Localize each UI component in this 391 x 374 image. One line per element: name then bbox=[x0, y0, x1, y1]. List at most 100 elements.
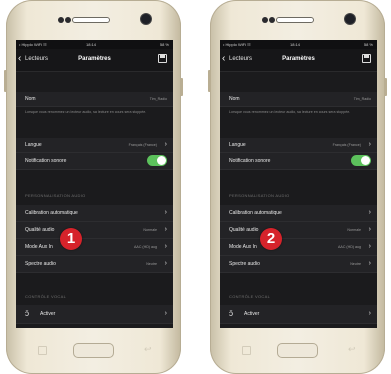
mode-label: Mode Aux In bbox=[229, 244, 257, 250]
language-label: Langue bbox=[229, 142, 246, 148]
page-title: Paramètres bbox=[78, 56, 111, 62]
carrier-label: • Hipplo WiFi ☷ bbox=[19, 42, 47, 47]
calibration-label: Calibration automatique bbox=[229, 210, 282, 216]
chevron-right-icon: › bbox=[164, 226, 167, 233]
chevron-right-icon: › bbox=[164, 209, 167, 216]
quality-value: Normale bbox=[347, 228, 361, 232]
quality-value: Normale bbox=[143, 228, 157, 232]
power-button bbox=[384, 78, 387, 96]
quality-row[interactable]: Qualité audio Normale › bbox=[16, 222, 173, 239]
chevron-right-icon: › bbox=[368, 310, 371, 317]
earpiece-speaker bbox=[276, 17, 314, 23]
rename-hint: Lorsque vous renommez un lecteur audio, … bbox=[229, 110, 351, 114]
home-button[interactable] bbox=[73, 343, 114, 358]
voice-row[interactable]: ɔ̈ Activer › bbox=[16, 305, 173, 324]
volume-button bbox=[4, 70, 7, 92]
notification-toggle[interactable] bbox=[351, 155, 371, 166]
settings-screen: • Hipplo WiFi ☷ 18:14 58 % ‹ Lecteurs Pa… bbox=[220, 40, 377, 328]
recent-apps-icon[interactable] bbox=[242, 346, 251, 355]
notification-toggle[interactable] bbox=[147, 155, 167, 166]
calibration-row[interactable]: Calibration automatique › bbox=[220, 205, 377, 222]
mode-row[interactable]: Mode Aux In AAC (HD) aug › bbox=[220, 239, 377, 256]
chevron-right-icon: › bbox=[368, 243, 371, 250]
home-button[interactable] bbox=[277, 343, 318, 358]
rename-hint: Lorsque vous renommez un lecteur audio, … bbox=[25, 110, 147, 114]
quality-row[interactable]: Qualité audio Normale › bbox=[220, 222, 377, 239]
chevron-right-icon: › bbox=[164, 310, 167, 317]
language-value: Français (France) bbox=[332, 143, 361, 147]
name-row[interactable]: Nom Tim_Radio bbox=[220, 92, 377, 107]
phone-1: • Hipplo WiFi ☷ 18:14 58 % ‹ Lecteurs Pa… bbox=[4, 0, 183, 374]
chevron-right-icon: › bbox=[368, 226, 371, 233]
calibration-label: Calibration automatique bbox=[25, 210, 78, 216]
name-row[interactable]: Nom Tim_Radio bbox=[16, 92, 173, 107]
notification-label: Notification sonore bbox=[229, 158, 271, 164]
language-value: Français (France) bbox=[128, 143, 157, 147]
notification-label: Notification sonore bbox=[25, 158, 67, 164]
settings-screen: • Hipplo WiFi ☷ 18:14 58 % ‹ Lecteurs Pa… bbox=[16, 40, 173, 328]
page-title: Paramètres bbox=[282, 56, 315, 62]
volume-button bbox=[208, 70, 211, 92]
spectrum-value: Neutre bbox=[350, 262, 361, 266]
calibration-row[interactable]: Calibration automatique › bbox=[16, 205, 173, 222]
voice-row[interactable]: ɔ̈ Activer › bbox=[220, 305, 377, 324]
spectrum-row[interactable]: Spectre audio Neutre › bbox=[220, 256, 377, 273]
section-header-audio: PERSONNALISATION AUDIO bbox=[25, 193, 86, 198]
voice-control-icon: ɔ̈ bbox=[25, 309, 29, 318]
quality-label: Qualité audio bbox=[229, 227, 259, 233]
language-row[interactable]: Langue Français (France) › bbox=[16, 138, 173, 153]
recent-apps-icon[interactable] bbox=[38, 346, 47, 355]
back-arrow-icon[interactable]: ↩ bbox=[144, 345, 152, 354]
spectrum-value: Neutre bbox=[146, 262, 157, 266]
power-button bbox=[180, 78, 183, 96]
quality-label: Qualité audio bbox=[25, 227, 55, 233]
name-label: Nom bbox=[25, 96, 36, 102]
language-row[interactable]: Langue Français (France) › bbox=[220, 138, 377, 153]
mode-value: AAC (HD) aug bbox=[338, 245, 361, 249]
notification-row: Notification sonore bbox=[16, 153, 173, 170]
back-arrow-icon[interactable]: ↩ bbox=[348, 345, 356, 354]
battery-label: 58 % bbox=[159, 42, 169, 47]
status-time: 18:14 bbox=[290, 42, 301, 47]
name-value: Tim_Radio bbox=[149, 97, 167, 101]
mode-row[interactable]: Mode Aux In AAC (HD) aug › bbox=[16, 239, 173, 256]
voice-control-icon: ɔ̈ bbox=[229, 309, 233, 318]
front-camera bbox=[345, 14, 355, 24]
chevron-right-icon: › bbox=[368, 260, 371, 267]
name-label: Nom bbox=[229, 96, 240, 102]
chevron-right-icon: › bbox=[164, 260, 167, 267]
step-badge: 1 bbox=[60, 228, 82, 250]
step-badge: 2 bbox=[260, 228, 282, 250]
phone-2: • Hipplo WiFi ☷ 18:14 58 % ‹ Lecteurs Pa… bbox=[208, 0, 387, 374]
voice-label: Activer bbox=[244, 311, 260, 317]
sensor-dot bbox=[65, 17, 71, 23]
spectrum-label: Spectre audio bbox=[25, 261, 56, 267]
chevron-right-icon: › bbox=[368, 141, 371, 148]
navigation-bar: ‹ Lecteurs Paramètres bbox=[220, 49, 377, 72]
section-header-voice: CONTRÔLE VOCAL bbox=[25, 294, 67, 299]
language-label: Langue bbox=[25, 142, 42, 148]
sensor-dot bbox=[262, 17, 268, 23]
section-header-voice: CONTRÔLE VOCAL bbox=[229, 294, 271, 299]
earpiece-speaker bbox=[72, 17, 110, 23]
save-icon[interactable] bbox=[158, 54, 167, 63]
sensor-dot bbox=[269, 17, 275, 23]
front-camera bbox=[141, 14, 151, 24]
navigation-bar: ‹ Lecteurs Paramètres bbox=[16, 49, 173, 72]
notification-row: Notification sonore bbox=[220, 153, 377, 170]
section-header-audio: PERSONNALISATION AUDIO bbox=[229, 193, 290, 198]
status-bar: • Hipplo WiFi ☷ 18:14 58 % bbox=[16, 40, 173, 49]
mode-value: AAC (HD) aug bbox=[134, 245, 157, 249]
voice-label: Activer bbox=[40, 311, 56, 317]
spectrum-label: Spectre audio bbox=[229, 261, 260, 267]
chevron-right-icon: › bbox=[164, 243, 167, 250]
chevron-right-icon: › bbox=[164, 141, 167, 148]
save-icon[interactable] bbox=[362, 54, 371, 63]
mode-label: Mode Aux In bbox=[25, 244, 53, 250]
spectrum-row[interactable]: Spectre audio Neutre › bbox=[16, 256, 173, 273]
chevron-right-icon: › bbox=[368, 209, 371, 216]
battery-label: 58 % bbox=[363, 42, 373, 47]
name-value: Tim_Radio bbox=[353, 97, 371, 101]
carrier-label: • Hipplo WiFi ☷ bbox=[223, 42, 251, 47]
status-bar: • Hipplo WiFi ☷ 18:14 58 % bbox=[220, 40, 377, 49]
